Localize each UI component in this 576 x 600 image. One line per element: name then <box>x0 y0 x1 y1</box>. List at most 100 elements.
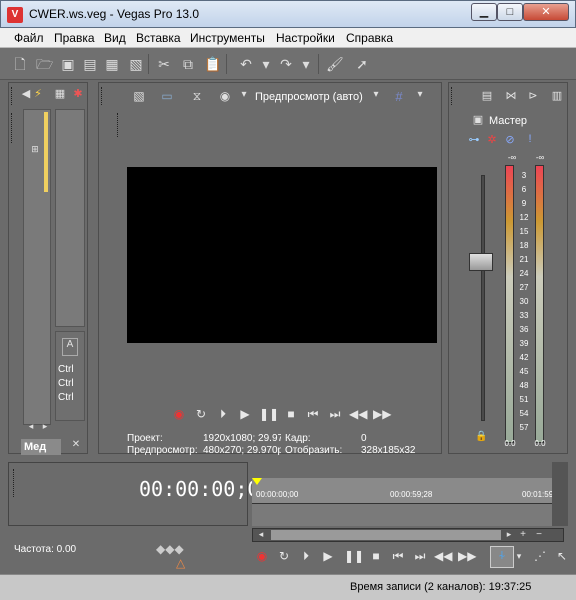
preview-value: 480x270; 29.970p <box>203 445 281 456</box>
mixer-properties-icon[interactable]: ▤ <box>479 89 495 102</box>
save-as-icon[interactable]: ▤ <box>82 56 98 72</box>
solo-icon[interactable]: ! <box>525 133 535 145</box>
pause-icon[interactable]: ❚❚ <box>344 548 364 564</box>
bus-properties-icon[interactable]: ▣ <box>471 113 485 126</box>
cut-icon[interactable]: ✂ <box>156 56 172 72</box>
menu-file[interactable]: Файл <box>14 31 44 45</box>
media-list[interactable] <box>55 109 85 327</box>
menu-insert[interactable]: Вставка <box>136 31 181 45</box>
render-icon[interactable]: ▦ <box>104 56 120 72</box>
stop-icon[interactable]: ■ <box>368 548 384 564</box>
go-to-start-icon[interactable]: ⏮ <box>390 548 406 564</box>
zoom-out-icon[interactable]: − <box>533 529 545 540</box>
pause-icon[interactable]: ❚❚ <box>259 406 279 422</box>
next-frame-icon[interactable]: ▶▶ <box>458 548 476 564</box>
split-screen-icon[interactable]: ⧖ <box>189 89 205 104</box>
downmix-icon[interactable]: ⋈ <box>503 89 519 102</box>
redo-icon[interactable]: ↷ <box>278 56 294 72</box>
rate-slider-icon[interactable]: ◆◆◆ <box>156 542 184 556</box>
go-to-start-icon[interactable]: ⏮ <box>305 406 321 422</box>
close-panel-icon[interactable]: ✕ <box>71 439 81 450</box>
external-monitor-icon[interactable]: ▭ <box>159 89 175 103</box>
zoom-in-icon[interactable]: + <box>517 529 529 540</box>
menu-edit[interactable]: Правка <box>54 31 95 45</box>
stop-icon[interactable]: ■ <box>283 406 299 422</box>
volume-fader-knob[interactable] <box>469 253 493 271</box>
play-from-start-icon[interactable]: ⏵ <box>298 548 314 564</box>
loop-playback-icon[interactable]: ↻ <box>193 406 209 422</box>
menu-help[interactable]: Справка <box>346 31 393 45</box>
panel-grip[interactable] <box>11 87 14 105</box>
import-media-icon[interactable]: ▦ <box>53 87 67 100</box>
panel-grip[interactable] <box>451 87 454 105</box>
grid-dropdown-icon[interactable]: ▾ <box>415 89 425 100</box>
scroll-right-icon[interactable]: ▸ <box>39 421 51 432</box>
tab-media[interactable]: Мед <box>21 439 61 455</box>
overlays-icon[interactable]: ◉ <box>217 89 233 103</box>
play-icon[interactable]: ▶ <box>320 548 336 564</box>
play-icon[interactable]: ▶ <box>237 406 253 422</box>
lock-icon[interactable]: 🔒 <box>475 431 487 442</box>
pan-icon[interactable]: ⊶ <box>467 133 481 146</box>
scroll-left-icon[interactable]: ◂ <box>255 529 267 540</box>
dropdown-arrow-icon[interactable]: ▾ <box>239 89 249 100</box>
edit-tool-icon[interactable]: ↖ <box>554 548 570 564</box>
play-from-start-icon[interactable]: ⏵ <box>215 406 231 422</box>
paste-icon[interactable]: 📋 <box>204 56 221 72</box>
go-to-end-icon[interactable]: ⏭ <box>412 548 428 564</box>
scrollbar-thumb[interactable] <box>271 530 501 540</box>
loop-playback-icon[interactable]: ↻ <box>276 548 292 564</box>
grid-icon[interactable]: # <box>391 89 407 104</box>
previous-frame-icon[interactable]: ◀◀ <box>434 548 452 564</box>
next-frame-icon[interactable]: ▶▶ <box>373 406 391 422</box>
scroll-right-icon[interactable]: ▸ <box>503 529 515 540</box>
brush-icon[interactable]: 🖌 <box>326 56 344 72</box>
auto-ripple-icon[interactable]: ⋰ <box>532 548 548 564</box>
meter-options-icon[interactable]: ▥ <box>549 89 565 102</box>
save-icon[interactable]: ▣ <box>60 56 76 72</box>
meter-scale-mark: 45 <box>519 367 529 376</box>
new-file-icon[interactable]: 🗋 <box>12 56 28 72</box>
expand-icon[interactable]: ⊞ <box>30 144 40 155</box>
maximize-button[interactable]: □ <box>497 3 523 21</box>
menu-view[interactable]: Вид <box>104 31 126 45</box>
preview-properties-icon[interactable]: ▧ <box>131 89 147 103</box>
scroll-left-icon[interactable]: ◂ <box>25 421 37 432</box>
dim-output-icon[interactable]: ⊳ <box>525 89 541 102</box>
horizontal-scrollbar[interactable]: ◂ ▸ + − <box>252 528 564 542</box>
panel-grip[interactable] <box>11 113 14 143</box>
snap-icon[interactable]: ⍭ <box>490 546 514 568</box>
snap-dropdown-icon[interactable]: ▾ <box>514 548 524 564</box>
panel-grip[interactable] <box>101 87 104 105</box>
remove-media-icon[interactable]: ✱ <box>71 87 85 100</box>
record-icon[interactable]: ◉ <box>171 406 187 422</box>
media-tree[interactable]: ⊞ <box>23 109 51 425</box>
properties-icon[interactable]: ▧ <box>128 56 144 72</box>
preview-quality-select[interactable]: Предпросмотр (авто) <box>255 91 363 103</box>
undo-icon[interactable]: ↶ <box>238 56 254 72</box>
menu-tools[interactable]: Инструменты <box>190 31 265 45</box>
timeline-ruler[interactable]: 00:00:00;00 00:00:59;28 00:01:59;28 <box>252 478 552 504</box>
mute-icon[interactable]: ⊘ <box>503 133 517 146</box>
quality-dropdown-icon[interactable]: ▾ <box>371 89 381 100</box>
close-button[interactable]: ✕ <box>523 3 569 21</box>
record-icon[interactable]: ◉ <box>254 548 270 564</box>
previous-frame-icon[interactable]: ◀◀ <box>349 406 367 422</box>
redo-dropdown-icon[interactable]: ▾ <box>298 56 314 72</box>
minimize-button[interactable]: ▁ <box>471 3 497 21</box>
undo-dropdown-icon[interactable]: ▾ <box>258 56 274 72</box>
copy-icon[interactable]: ⧉ <box>180 56 196 72</box>
new-folder-icon[interactable]: ⚡ <box>31 87 45 100</box>
menu-settings[interactable]: Настройки <box>276 31 335 45</box>
rate-slider-thumb-icon[interactable]: △ <box>176 556 185 570</box>
volume-fader-track[interactable] <box>481 175 485 421</box>
timeline-track-area[interactable] <box>252 504 552 526</box>
panel-grip[interactable] <box>117 113 120 137</box>
vertical-scrollbar[interactable] <box>552 462 568 526</box>
open-folder-icon[interactable]: 🗁 <box>36 56 53 72</box>
playhead-marker[interactable] <box>252 478 262 485</box>
effects-icon[interactable]: ✲ <box>485 133 499 146</box>
go-to-end-icon[interactable]: ⏭ <box>327 406 343 422</box>
help-pointer-icon[interactable]: ➚ <box>354 56 370 72</box>
panel-grip[interactable] <box>13 469 16 497</box>
